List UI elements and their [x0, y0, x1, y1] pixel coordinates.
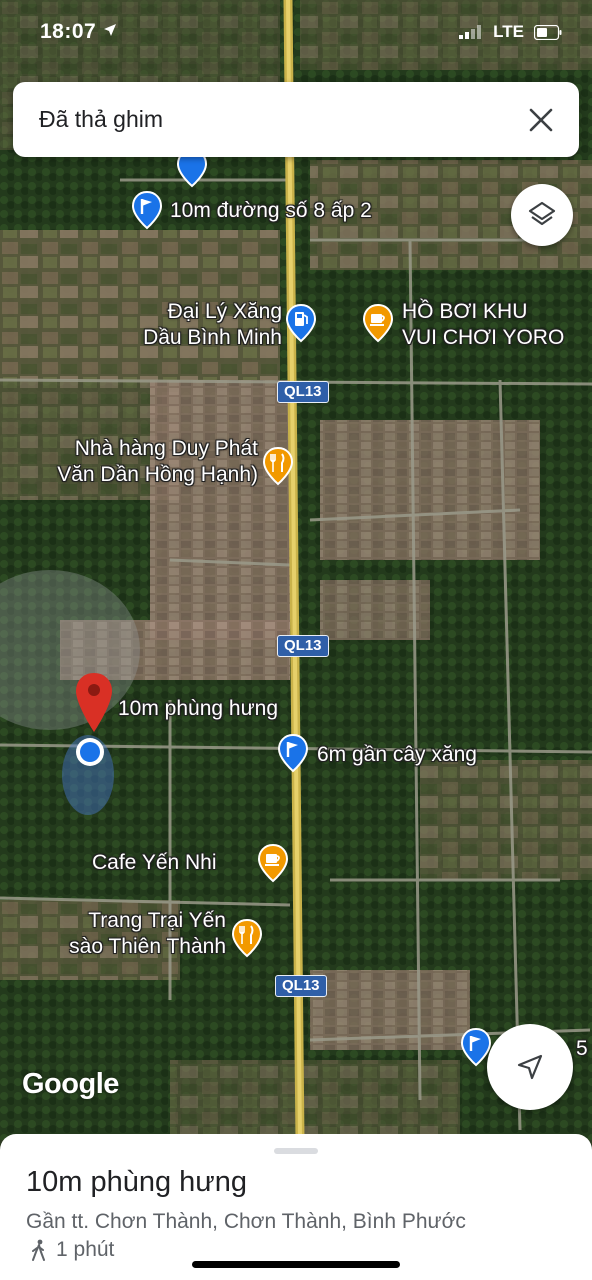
place-label-hoboi-line2: VUI CHƠI YORO: [402, 326, 565, 349]
place-label-so8[interactable]: 10m đường số 8 ấp 2: [170, 198, 372, 224]
place-bottom-sheet[interactable]: 10m phùng hưng Gần tt. Chơn Thành, Chơn …: [0, 1134, 592, 1280]
signal-bars-icon: [459, 25, 482, 39]
battery-icon: [534, 24, 562, 40]
my-location-button[interactable]: [487, 1024, 573, 1110]
place-label-hoboi[interactable]: HỒ BƠI KHU VUI CHƠI YORO: [402, 299, 564, 351]
road-shield-ql13: QL13: [277, 635, 329, 657]
location-arrow-icon: [103, 24, 116, 36]
road-shield-ql13: QL13: [275, 975, 327, 997]
restaurant-pin-icon[interactable]: [231, 918, 263, 958]
gas-station-pin-icon[interactable]: [285, 303, 317, 343]
status-bar: 18:07 LTE: [0, 0, 592, 60]
walking-time: 1 phút: [30, 1238, 114, 1262]
layers-button[interactable]: [511, 184, 573, 246]
navigation-arrow-icon: [517, 1054, 543, 1080]
google-logo: Google: [22, 1068, 119, 1100]
place-label-hoboi-line1: HỒ BƠI KHU: [402, 300, 528, 323]
place-label-xang[interactable]: Đại Lý Xăng Dầu Bình Minh: [96, 299, 282, 351]
place-label-phunghung[interactable]: 10m phùng hưng: [118, 696, 278, 722]
dropped-pin-icon[interactable]: [74, 672, 114, 734]
cafe-pin-icon[interactable]: [257, 843, 289, 883]
dropped-pin-banner: Đã thả ghim: [13, 82, 579, 157]
place-label-duyphat-line1: Nhà hàng Duy Phát: [74, 437, 258, 460]
place-label-cayxang[interactable]: 6m gần cây xăng: [317, 742, 477, 768]
status-time-text: 18:07: [40, 20, 97, 43]
cafe-pin-icon[interactable]: [362, 303, 394, 343]
sheet-drag-handle[interactable]: [274, 1148, 318, 1154]
place-label-trangtrai[interactable]: Trang Trại Yến sào Thiên Thành: [20, 908, 226, 960]
walking-time-text: 1 phút: [56, 1238, 115, 1261]
maps-screen: 10m đường số 8 ấp 2 Đại Lý Xăng Dầu Bình…: [0, 0, 592, 1280]
home-indicator[interactable]: [192, 1261, 400, 1268]
satellite-imagery: [0, 0, 592, 1140]
place-label-xang-line2: Dầu Bình Minh: [143, 326, 282, 349]
status-indicators: LTE: [459, 22, 562, 42]
place-label-xang-line1: Đại Lý Xăng: [167, 300, 282, 323]
flag-pin-icon[interactable]: [277, 733, 309, 773]
place-label-duyphat-line2: Văn Dần Hồng Hạnh): [57, 463, 258, 486]
satellite-map[interactable]: 10m đường số 8 ấp 2 Đại Lý Xăng Dầu Bình…: [0, 0, 592, 1140]
place-label-trangtrai-line2: sào Thiên Thành: [69, 935, 226, 958]
restaurant-pin-icon[interactable]: [262, 446, 294, 486]
network-type: LTE: [493, 22, 524, 41]
place-title: 10m phùng hưng: [26, 1166, 247, 1198]
walking-person-icon: [32, 1239, 45, 1261]
place-label-partial[interactable]: 5: [576, 1036, 588, 1062]
place-label-trangtrai-line1: Trang Trại Yến: [88, 909, 226, 932]
banner-title: Đã thả ghim: [39, 106, 164, 132]
layers-icon: [528, 201, 556, 226]
road-shield-ql13: QL13: [277, 381, 329, 403]
place-address: Gần tt. Chơn Thành, Chơn Thành, Bình Phư…: [26, 1210, 466, 1233]
status-time: 18:07: [40, 20, 117, 44]
place-label-duyphat[interactable]: Nhà hàng Duy Phát Văn Dần Hồng Hạnh): [0, 436, 258, 488]
place-label-yennhi[interactable]: Cafe Yến Nhi: [92, 850, 217, 876]
my-location-dot-icon: [76, 738, 104, 766]
flag-pin-icon[interactable]: [131, 190, 163, 230]
close-icon[interactable]: [525, 104, 557, 136]
